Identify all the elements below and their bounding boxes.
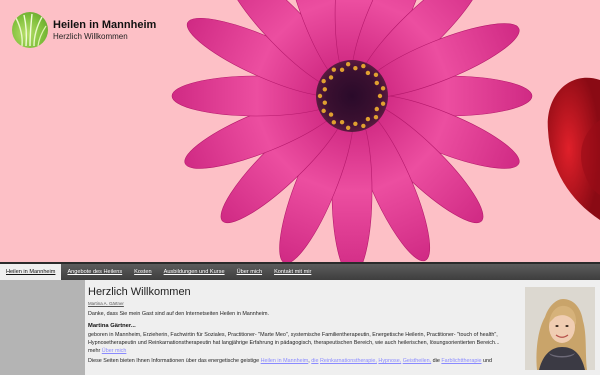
header-banner: Heilen in Mannheim Herzlich Willkommen	[0, 0, 600, 262]
nav-item-ueber-mich[interactable]: Über mich	[231, 264, 269, 280]
author-link[interactable]: Martina A. Gärtner	[88, 301, 596, 306]
info-text-end: und	[483, 358, 493, 364]
farblicht-link[interactable]: Farblichttherapie	[441, 358, 481, 364]
nav-item-kontakt[interactable]: Kontakt mit mir	[268, 264, 317, 280]
main-navigation: Heilen in Mannheim Angebote des Heilens …	[0, 262, 600, 280]
nav-item-kosten[interactable]: Kosten	[128, 264, 157, 280]
site-title[interactable]: Heilen in Mannheim	[53, 19, 156, 32]
portrait-photo	[525, 287, 595, 370]
site-subtitle: Herzlich Willkommen	[53, 31, 128, 41]
nav-item-ausbildungen[interactable]: Ausbildungen und Kurse	[158, 264, 231, 280]
site-brand[interactable]: Heilen in Mannheim Herzlich Willkommen	[12, 12, 156, 48]
info-text-mid: die	[432, 358, 440, 364]
grass-logo-icon	[12, 12, 48, 48]
info-paragraph: Diese Seiten bieten Ihnen Informationen …	[88, 358, 493, 364]
bio-paragraph: geboren in Mannheim, Erzieherin, Fachwir…	[88, 331, 508, 355]
page-title: Herzlich Willkommen	[88, 286, 191, 298]
main-content: Herzlich Willkommen Martina A. Gärtner D…	[85, 280, 600, 375]
info-text-start: Diese Seiten bieten Ihnen Informationen …	[88, 358, 260, 364]
bio-text: geboren in Mannheim, Erzieherin, Fachwir…	[88, 332, 500, 354]
geistheilen-link[interactable]: Geistheilen,	[403, 358, 431, 364]
heilen-link[interactable]: Heilen in Mannheim	[261, 358, 309, 364]
about-me-link[interactable]: Über mich	[102, 348, 127, 354]
name-heading: Martina Gärtner...	[88, 323, 136, 329]
reinkarnation-link[interactable]: Reinkarnationstherapie,	[320, 358, 377, 364]
nav-item-angebote[interactable]: Angebote des Heilens	[61, 264, 128, 280]
nav-item-heilen-in-mannheim[interactable]: Heilen in Mannheim	[0, 264, 62, 280]
welcome-text: Danke, dass Sie mein Gast sind auf den I…	[88, 311, 269, 317]
hypnose-link[interactable]: Hypnose,	[378, 358, 401, 364]
die-link[interactable]: die	[311, 358, 318, 364]
left-sidebar	[0, 280, 85, 375]
